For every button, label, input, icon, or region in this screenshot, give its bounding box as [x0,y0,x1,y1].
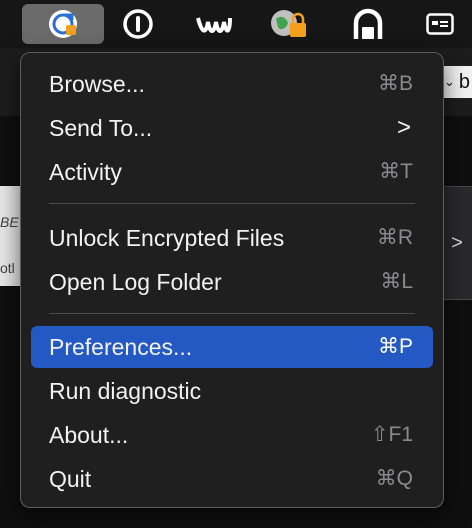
app-menu: Browse... ⌘B Send To... > Activity ⌘T Un… [20,52,444,508]
menu-item-preferences[interactable]: Preferences... ⌘P [31,326,433,368]
menu-item-label: About... [49,422,129,448]
menu-item-open-log-folder[interactable]: Open Log Folder ⌘L [31,261,433,303]
chevron-right-icon: > [451,231,463,254]
shortcut-label: ⌘R [376,226,413,249]
menu-item-label: Run diagnostic [49,378,202,404]
menu-separator [49,313,415,314]
waves-icon[interactable] [194,4,234,44]
shortcut-label: ⌘P [377,335,413,358]
shortcut-label: ⌘T [379,160,413,183]
menu-item-label: Activity [49,159,122,185]
background-card-right: > [440,186,472,300]
menu-item-label: Preferences... [49,334,193,360]
menu-item-label: Open Log Folder [49,269,222,295]
menu-separator [49,203,415,204]
menu-item-unlock-encrypted-files[interactable]: Unlock Encrypted Files ⌘R [31,217,433,259]
shortcut-label: ⌘B [377,72,413,95]
card-left-text-1: BE [0,214,19,230]
shortcut-label: ⌘L [380,270,413,293]
menu-item-label: Quit [49,466,92,492]
menu-item-quit[interactable]: Quit ⌘Q [31,458,433,500]
locked-globe-icon[interactable] [266,4,314,44]
app-sync-icon[interactable] [22,4,104,44]
menu-item-activity[interactable]: Activity ⌘T [31,151,433,193]
card-left-text-2: otl [0,260,15,276]
submenu-chevron-icon: > [396,114,411,141]
menu-item-run-diagnostic[interactable]: Run diagnostic [31,370,433,412]
shortcut-label: ⇧F1 [370,423,413,446]
menu-item-about[interactable]: About... ⇧F1 [31,414,433,456]
menu-bar [0,0,472,48]
power-circle-icon[interactable] [118,4,158,44]
menu-item-label: Browse... [49,71,145,97]
menu-item-label: Send To... [49,115,153,141]
menu-item-browse[interactable]: Browse... ⌘B [31,63,433,105]
window-card-icon[interactable] [420,4,460,44]
menu-item-send-to[interactable]: Send To... > [31,107,433,149]
shortcut-label: ⌘Q [375,467,413,490]
chevron-down-icon: ⌄ [444,74,455,89]
headphones-arch-icon[interactable] [346,4,390,44]
dropdown-text: b [458,70,471,93]
menu-item-label: Unlock Encrypted Files [49,225,285,251]
